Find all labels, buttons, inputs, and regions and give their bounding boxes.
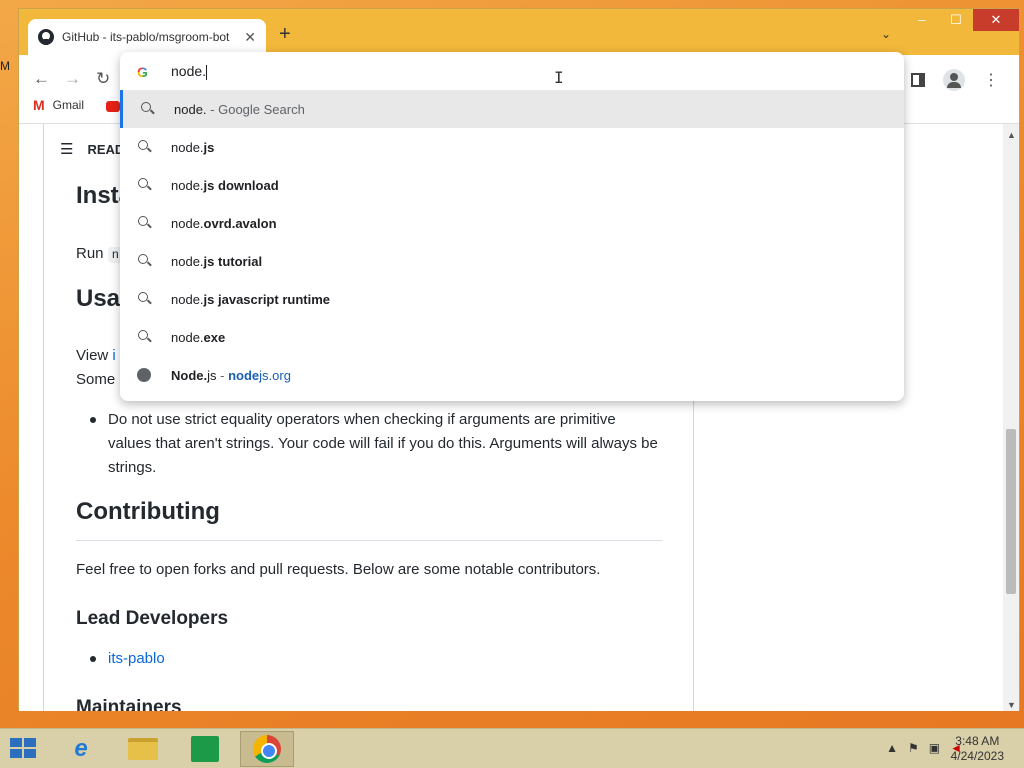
suggestion-text: Node.js - nodejs.org <box>171 367 291 383</box>
desktop-partial-text: M <box>0 59 10 73</box>
suggestion-text: node.js tutorial <box>171 253 263 269</box>
start-button[interactable] <box>10 738 38 760</box>
tab-close-icon[interactable]: ✕ <box>244 29 256 46</box>
some-text: Some <box>76 371 116 388</box>
suggestion-text: node.js javascript runtime <box>171 291 330 307</box>
chrome-icon <box>253 735 281 763</box>
run-label: Run <box>76 245 104 262</box>
address-bar[interactable]: G node. I <box>120 52 904 90</box>
maintainers-heading: Maintainers <box>76 697 182 711</box>
new-tab-button[interactable]: + <box>279 23 291 46</box>
list-item: Do not use strict equality operators whe… <box>76 408 662 480</box>
suggestion-text: node.js <box>171 139 215 155</box>
tab-title: GitHub - its-pablo/msgroom-bot <box>62 30 230 44</box>
back-button[interactable]: ← <box>33 69 50 89</box>
reload-button[interactable]: ↻ <box>96 69 110 89</box>
view-label: View <box>76 347 109 364</box>
address-input[interactable]: node. <box>171 63 208 80</box>
view-text: View i <box>76 344 116 368</box>
google-icon: G <box>137 64 148 80</box>
bookmark-gmail-label: Gmail <box>52 98 85 112</box>
clock-date: 4/24/2023 <box>950 749 1004 763</box>
taskbar-explorer[interactable] <box>116 731 170 767</box>
globe-icon <box>137 368 151 382</box>
page-scrollbar[interactable]: ▲ ▼ <box>1003 124 1019 711</box>
bullet-text: Do not use strict equality operators whe… <box>108 411 658 476</box>
search-icon <box>138 216 148 226</box>
search-icon <box>138 140 148 150</box>
scroll-down-icon[interactable]: ▼ <box>1007 700 1016 710</box>
suggestion-text: node. - Google Search <box>174 101 305 117</box>
outline-list-icon[interactable]: ☰ <box>60 140 73 158</box>
ibeam-cursor-icon: I <box>554 68 564 87</box>
search-icon <box>138 254 148 264</box>
scroll-up-icon[interactable]: ▲ <box>1007 130 1016 140</box>
store-icon <box>191 736 219 762</box>
maximize-button[interactable]: ☐ <box>939 9 973 31</box>
youtube-icon[interactable] <box>106 101 120 112</box>
minimize-button[interactable]: – <box>905 9 939 31</box>
github-icon <box>38 29 54 45</box>
tab-github[interactable]: GitHub - its-pablo/msgroom-bot ✕ <box>28 19 266 55</box>
contributing-text: Feel free to open forks and pull request… <box>76 561 601 578</box>
bookmark-gmail[interactable]: M Gmail <box>33 97 84 113</box>
view-link[interactable]: i <box>112 347 115 364</box>
search-icon <box>138 178 148 188</box>
contributor-link[interactable]: its-pablo <box>108 650 165 667</box>
tab-search-chevron-icon[interactable]: ⌄ <box>881 27 891 41</box>
list-item: its-pablo <box>76 647 165 671</box>
clock-time: 3:48 AM <box>955 734 1000 748</box>
omnibox-suggestion[interactable]: node.js tutorial <box>120 242 904 280</box>
taskbar: e ▲ ⚑ ▣ ◄ 3:48 AM 4/24/2023 <box>0 728 1024 768</box>
lead-developers-heading: Lead Developers <box>76 608 229 629</box>
contributing-heading: Contributing <box>76 498 220 525</box>
readme-label: READ <box>87 141 125 157</box>
scroll-thumb[interactable] <box>1006 429 1016 594</box>
omnibox-suggestion[interactable]: node.js <box>120 128 904 166</box>
omnibox-suggestion[interactable]: Node.js - nodejs.org <box>120 356 904 394</box>
search-icon <box>138 330 148 340</box>
suggestion-text: node.exe <box>171 329 226 345</box>
internet-explorer-icon: e <box>74 735 88 762</box>
close-window-button[interactable]: ✕ <box>973 9 1019 31</box>
omnibox-suggestion[interactable]: node.ovrd.avalon <box>120 204 904 242</box>
suggestion-text: node.ovrd.avalon <box>171 215 277 231</box>
forward-button[interactable]: → <box>64 69 81 89</box>
taskbar-store[interactable] <box>178 731 232 767</box>
menu-kebab-icon[interactable]: ⋮ <box>983 70 999 90</box>
taskbar-ie[interactable]: e <box>54 731 108 767</box>
omnibox-suggestion[interactable]: node.js download <box>120 166 904 204</box>
title-bar: GitHub - its-pablo/msgroom-bot ✕ + ⌄ – ☐… <box>19 9 1019 55</box>
search-icon <box>138 292 148 302</box>
suggestion-text: node.js download <box>171 177 279 193</box>
side-panel-icon[interactable] <box>911 73 925 87</box>
omnibox-suggestion[interactable]: node.exe <box>120 318 904 356</box>
readme-header: ☰ READ <box>60 140 124 158</box>
omnibox-suggestion[interactable]: node. - Google Search <box>120 90 904 128</box>
run-text: Run n <box>76 242 123 267</box>
flag-icon[interactable]: ⚑ <box>908 741 919 755</box>
divider <box>76 540 662 541</box>
omnibox-dropdown: G node. I node. - Google Search node.js no… <box>120 52 904 401</box>
clock[interactable]: 3:48 AM 4/24/2023 <box>951 734 1004 764</box>
network-icon[interactable]: ▣ <box>929 741 940 755</box>
file-explorer-icon <box>128 738 158 760</box>
gmail-icon: M <box>33 97 45 113</box>
profile-avatar-icon[interactable] <box>943 69 965 91</box>
tray-chevron-icon[interactable]: ▲ <box>886 741 898 755</box>
taskbar-chrome[interactable] <box>240 731 294 767</box>
search-icon <box>141 102 151 112</box>
omnibox-suggestion[interactable]: node.js javascript runtime <box>120 280 904 318</box>
